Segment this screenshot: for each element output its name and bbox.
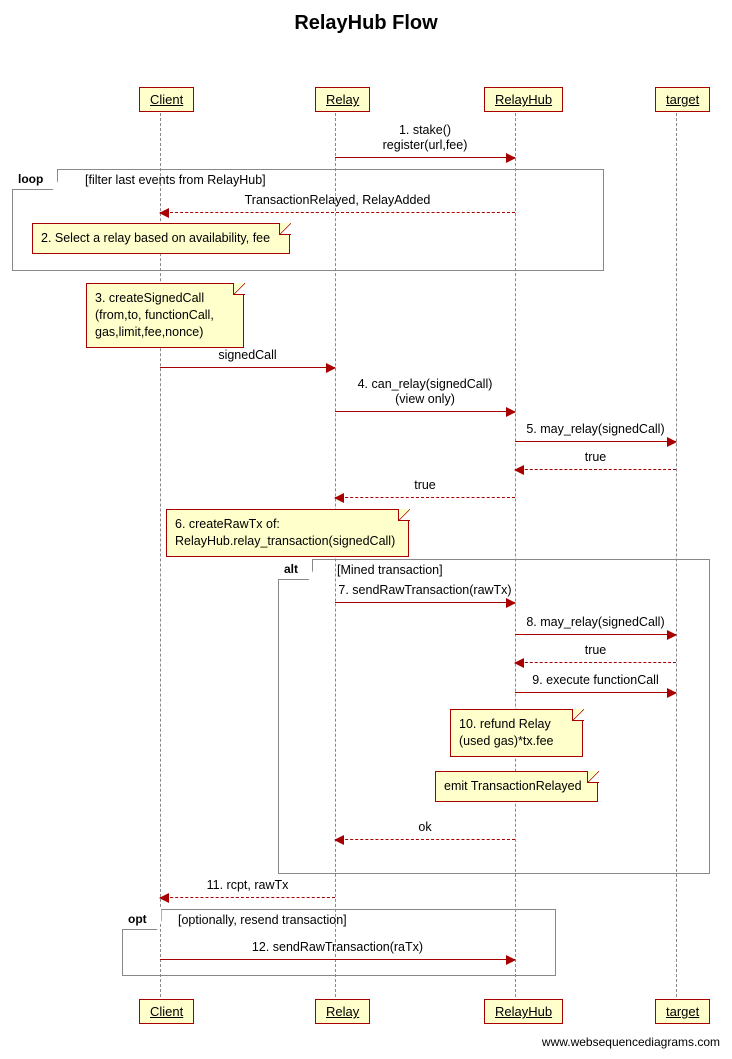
actor-relayhub-top: RelayHub (484, 87, 563, 112)
note-create-rawtx: 6. createRawTx of: RelayHub.relay_transa… (166, 509, 409, 557)
actor-relay-bottom: Relay (315, 999, 370, 1024)
note-emit-event: emit TransactionRelayed (435, 771, 598, 802)
note-create-signed-call: 3. createSignedCall (from,to, functionCa… (86, 283, 244, 348)
frame-opt-tag: opt (122, 909, 162, 930)
note-refund-relay: 10. refund Relay (used gas)*tx.fee (450, 709, 583, 757)
actor-relay-top: Relay (315, 87, 370, 112)
credit-text: www.websequencediagrams.com (0, 1029, 732, 1059)
frame-alt-tag: alt (278, 559, 313, 580)
diagram-title: RelayHub Flow (0, 0, 732, 39)
actor-target-top: target (655, 87, 710, 112)
frame-loop: loop [filter last events from RelayHub] (12, 169, 604, 271)
actor-relayhub-bottom: RelayHub (484, 999, 563, 1024)
frame-loop-tag: loop (12, 169, 58, 190)
actor-target-bottom: target (655, 999, 710, 1024)
note-select-relay: 2. Select a relay based on availability,… (32, 223, 290, 254)
actor-client-top: Client (139, 87, 194, 112)
sequence-diagram: Client Relay RelayHub target Client Rela… (0, 39, 732, 1029)
frame-opt-cond: [optionally, resend transaction] (178, 913, 347, 927)
frame-alt-cond: [Mined transaction] (337, 563, 443, 577)
actor-client-bottom: Client (139, 999, 194, 1024)
frame-loop-cond: [filter last events from RelayHub] (85, 173, 266, 187)
